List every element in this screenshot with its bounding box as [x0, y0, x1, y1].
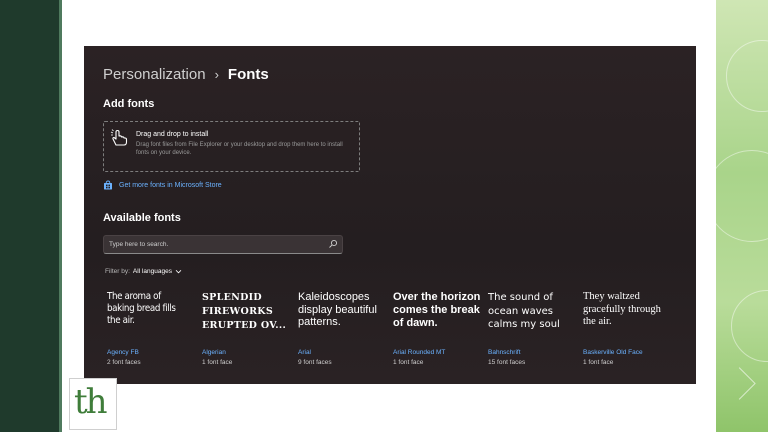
chevron-down-icon — [175, 270, 182, 274]
font-face-count: 15 font faces — [488, 359, 526, 366]
fonts-settings-window: Personalization › Fonts Add fonts Drag a… — [84, 46, 696, 384]
language-filter[interactable]: Filter by: All languages — [105, 268, 182, 275]
decorative-circle — [731, 290, 768, 362]
font-card-arial-rounded-mt[interactable]: Over the horizon comes the break of dawn… — [393, 291, 483, 376]
breadcrumb: Personalization › Fonts — [103, 66, 269, 83]
microsoft-store-link[interactable]: Get more fonts in Microsoft Store — [103, 180, 222, 190]
font-name: Baskerville Old Face — [583, 349, 643, 356]
font-card-arial[interactable]: Kaleidoscopes display beautiful patterns… — [298, 291, 388, 376]
hand-pointer-icon — [110, 129, 128, 146]
filter-label: Filter by: — [105, 268, 130, 275]
font-name: Arial — [298, 349, 312, 356]
available-fonts-heading: Available fonts — [103, 212, 181, 224]
font-card-algerian[interactable]: Splendid fireworks erupted ov... Algeria… — [202, 291, 292, 376]
font-name: Algerian — [202, 349, 226, 356]
font-name: Bahnschrift — [488, 349, 521, 356]
font-card-agency-fb[interactable]: The aroma of baking bread fills the air.… — [107, 291, 197, 376]
filter-value: All languages — [132, 268, 172, 275]
slide-right-band — [706, 0, 768, 432]
slide-left-band — [0, 0, 62, 432]
add-fonts-heading: Add fonts — [103, 98, 155, 110]
font-sample-text: They waltzed gracefully through the air. — [583, 291, 661, 327]
store-bag-icon — [104, 180, 112, 190]
page-title: Fonts — [227, 66, 269, 83]
font-sample-text: The aroma of baking bread fills the air. — [107, 291, 176, 326]
font-face-count: 1 font face — [393, 359, 424, 366]
search-icon[interactable] — [328, 239, 338, 249]
breadcrumb-separator: › — [214, 67, 219, 82]
decorative-chevron-icon — [723, 367, 756, 400]
font-face-count: 1 font face — [583, 359, 614, 366]
font-search-box[interactable] — [103, 235, 343, 254]
font-name: Arial Rounded MT — [393, 349, 446, 356]
drop-zone-title: Drag and drop to install — [136, 131, 209, 138]
drop-zone-description: Drag font files from File Explorer or yo… — [136, 142, 343, 156]
font-sample-text: Over the horizon comes the break of dawn… — [393, 291, 481, 329]
font-card-bahnschrift[interactable]: The sound of ocean waves calms my soul B… — [488, 291, 578, 376]
font-card-baskerville-old-face[interactable]: They waltzed gracefully through the air.… — [583, 291, 673, 376]
font-drop-zone[interactable]: Drag and drop to install Drag font files… — [103, 121, 360, 172]
brand-logo-text: th — [74, 382, 108, 422]
decorative-circle — [706, 150, 768, 242]
font-sample-text: Splendid fireworks erupted ov... — [202, 292, 287, 331]
font-name: Agency FB — [107, 349, 139, 356]
brand-logo: th — [69, 378, 117, 430]
font-face-count: 9 font faces — [298, 359, 332, 366]
font-face-count: 1 font face — [202, 359, 233, 366]
font-face-count: 2 font faces — [107, 359, 141, 366]
font-sample-text: The sound of ocean waves calms my soul — [488, 292, 560, 330]
decorative-circle — [726, 40, 768, 112]
font-sample-text: Kaleidoscopes display beautiful patterns… — [298, 291, 377, 328]
breadcrumb-parent[interactable]: Personalization — [103, 66, 206, 83]
store-link-label: Get more fonts in Microsoft Store — [119, 181, 222, 189]
font-search-input[interactable] — [109, 238, 319, 250]
